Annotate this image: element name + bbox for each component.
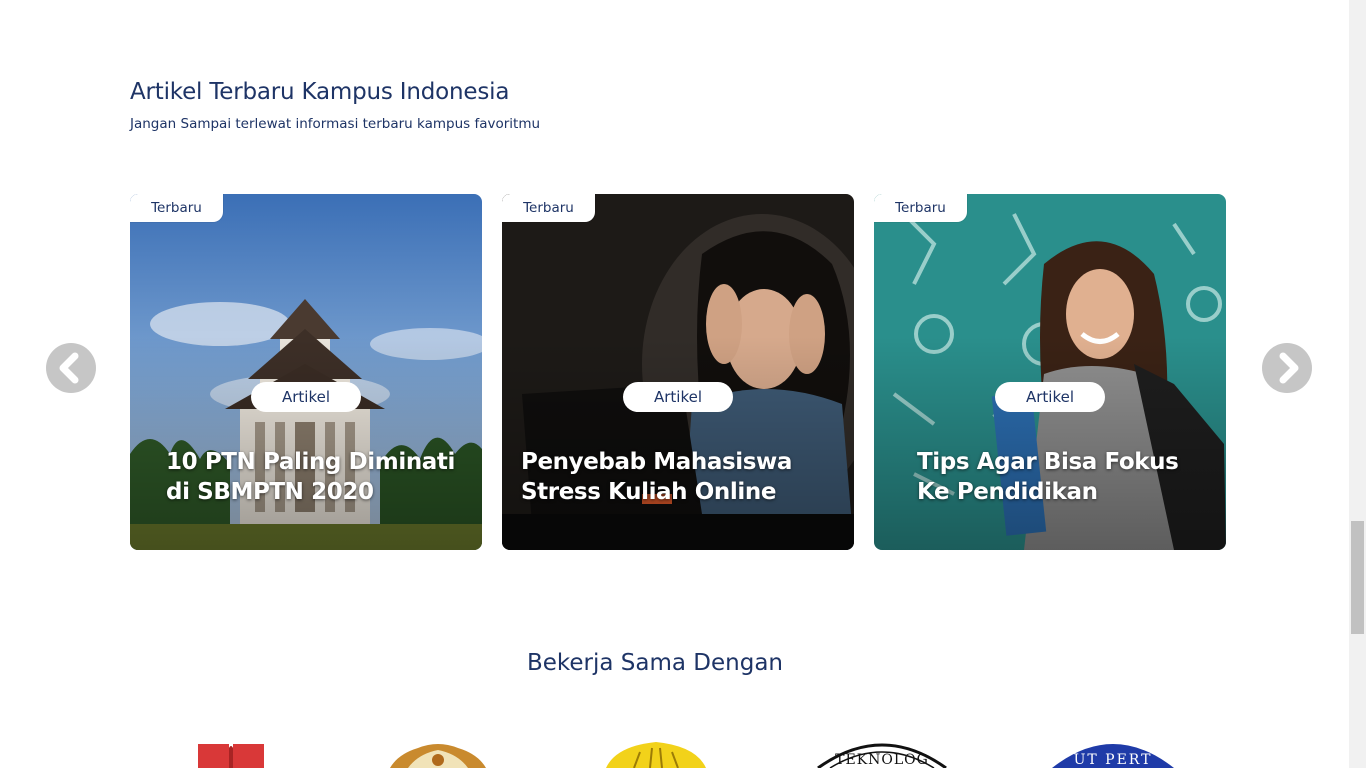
section-title: Artikel Terbaru Kampus Indonesia [130, 79, 510, 105]
chevron-right-icon [1279, 352, 1299, 384]
article-card-2[interactable]: Terbaru Artikel Penyebab Mahasiswa Stres… [502, 194, 854, 550]
article-card-1[interactable]: Terbaru Artikel 10 PTN Paling Diminati d… [130, 194, 482, 550]
seal-text: TEKNOLOG [835, 752, 929, 768]
chevron-left-icon [59, 352, 79, 384]
article-card-3[interactable]: Terbaru Artikel Tips Agar Bisa Fokus Ke … [874, 194, 1226, 550]
seal-text: UT PERT [1074, 752, 1153, 768]
badge-terbaru: Terbaru [502, 194, 595, 222]
category-pill[interactable]: Artikel [251, 382, 361, 412]
category-pill[interactable]: Artikel [995, 382, 1105, 412]
article-title[interactable]: 10 PTN Paling Diminati di SBMPTN 2020 [166, 447, 462, 507]
carousel-prev-button[interactable] [46, 343, 96, 393]
carousel-next-button[interactable] [1262, 343, 1312, 393]
scrollbar-thumb[interactable] [1351, 521, 1364, 634]
category-pill[interactable]: Artikel [623, 382, 733, 412]
article-title[interactable]: Tips Agar Bisa Fokus Ke Pendidikan [917, 447, 1206, 507]
badge-terbaru: Terbaru [874, 194, 967, 222]
section-subtitle: Jangan Sampai terlewat informasi terbaru… [130, 116, 541, 132]
partners-title: Bekerja Sama Dengan [526, 650, 784, 676]
page-scrollbar[interactable] [1349, 0, 1366, 768]
page: Artikel Terbaru Kampus Indonesia Jangan … [0, 0, 1349, 770]
badge-terbaru: Terbaru [130, 194, 223, 222]
article-title[interactable]: Penyebab Mahasiswa Stress Kuliah Online [521, 447, 834, 507]
